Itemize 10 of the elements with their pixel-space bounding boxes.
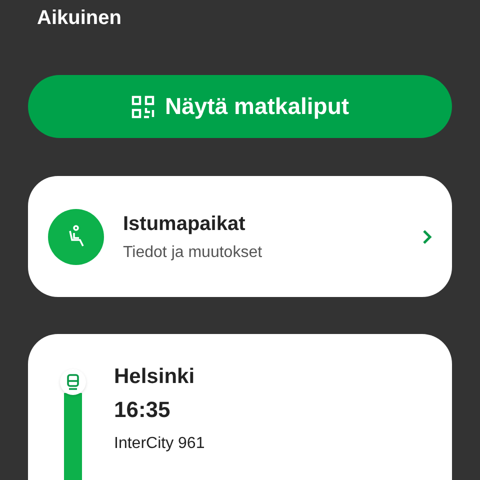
train-icon — [60, 369, 86, 395]
station-name: Helsinki — [114, 364, 196, 390]
departure-time: 16:35 — [114, 396, 172, 424]
seats-card[interactable]: Istumapaikat Tiedot ja muutokset — [28, 176, 452, 297]
train-name: InterCity 961 — [114, 434, 205, 454]
seats-title: Istumapaikat — [123, 212, 246, 236]
chevron-right-icon — [422, 228, 432, 244]
passenger-type: Aikuinen — [37, 7, 122, 29]
seats-subtitle: Tiedot ja muutokset — [123, 242, 264, 262]
qr-code-icon — [130, 94, 155, 118]
